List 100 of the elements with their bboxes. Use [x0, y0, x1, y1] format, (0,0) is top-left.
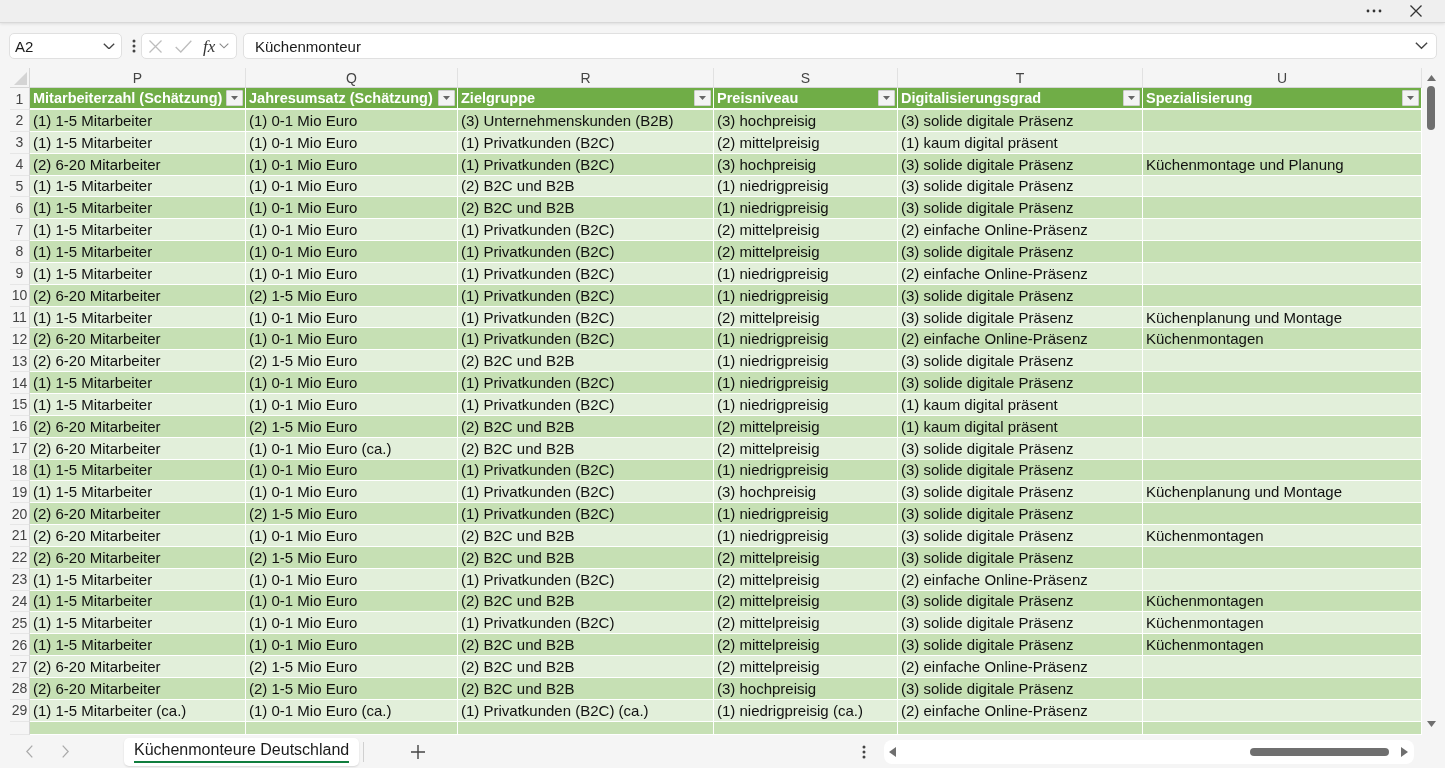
filter-button[interactable]	[226, 90, 243, 106]
table-cell: (1) niedrigpreisig	[714, 197, 898, 220]
table-cell: (2) 6-20 Mitarbeiter	[30, 656, 246, 678]
row-number[interactable]: 28	[10, 677, 30, 700]
table-cell: (3) solide digitale Präsenz	[898, 546, 1143, 569]
row-number[interactable]: 19	[10, 481, 30, 504]
triangle-up-icon[interactable]	[1426, 75, 1436, 81]
table-cell: (2) B2C und B2B	[458, 590, 714, 613]
check-icon[interactable]	[175, 39, 192, 53]
table-cell: (2) B2C und B2B	[458, 525, 714, 547]
column-letter[interactable]: U	[1143, 68, 1422, 88]
row-number[interactable]: 23	[10, 568, 30, 591]
scrollbar-thumb[interactable]	[1250, 747, 1390, 756]
table-cell: (1) 0-1 Mio Euro	[246, 175, 458, 198]
triangle-right-icon[interactable]	[1401, 746, 1409, 757]
table-cell: (3) hochpreisig	[714, 110, 898, 132]
plus-icon[interactable]	[411, 744, 426, 759]
row-number[interactable]: 15	[10, 393, 30, 416]
row-number[interactable]: 12	[10, 328, 30, 351]
filter-button[interactable]	[1123, 90, 1140, 106]
table-cell: (1) 1-5 Mitarbeiter	[30, 481, 246, 504]
row-number[interactable]: 13	[10, 350, 30, 373]
table-cell: Küchenmontagen	[1143, 525, 1422, 547]
row-number[interactable]: 24	[10, 590, 30, 613]
row-number[interactable]: 9	[10, 262, 30, 285]
row-number[interactable]: 26	[10, 634, 30, 657]
scrollbar-thumb[interactable]	[1427, 86, 1435, 130]
formula-input[interactable]: Küchenmonteur	[243, 33, 1437, 59]
filter-button[interactable]	[878, 90, 895, 106]
insert-function-button[interactable]: fx	[203, 37, 216, 55]
row-number[interactable]: 11	[10, 306, 30, 329]
table-cell: (1) 0-1 Mio Euro	[246, 525, 458, 547]
row-number[interactable]: 7	[10, 219, 30, 242]
filter-button[interactable]	[438, 90, 455, 106]
table-cell: (1) 1-5 Mitarbeiter	[30, 197, 246, 220]
close-icon[interactable]	[1410, 5, 1422, 17]
table-cell: (1) 1-5 Mitarbeiter	[30, 590, 246, 613]
row-number[interactable]: 21	[10, 525, 30, 547]
table-cell: (3) hochpreisig	[714, 677, 898, 700]
row-number[interactable]: 18	[10, 459, 30, 482]
table-cell: (1) Privatkunden (B2C)	[458, 372, 714, 394]
filter-button[interactable]	[1402, 90, 1419, 106]
vertical-dots-icon[interactable]	[862, 744, 867, 759]
row-number[interactable]: 16	[10, 415, 30, 438]
caret-down-icon	[1407, 96, 1414, 100]
row-number[interactable]: 10	[10, 284, 30, 307]
row-number[interactable]: 29	[10, 699, 30, 722]
more-options-icon[interactable]	[1366, 9, 1382, 13]
table-cell: (2) mittelpreisig	[714, 546, 898, 569]
table-cell: (1) niedrigpreisig	[714, 372, 898, 394]
table-cell: (2) einfache Online-Präsenz	[898, 219, 1143, 242]
table-cell: (1) 0-1 Mio Euro	[246, 110, 458, 132]
row-number[interactable]: 17	[10, 437, 30, 460]
table-cell: (3) solide digitale Präsenz	[898, 197, 1143, 220]
chevron-down-icon	[103, 42, 115, 50]
header-label: Preisniveau	[717, 90, 799, 106]
triangle-down-icon[interactable]	[1426, 721, 1436, 727]
table-cell: (2) mittelpreisig	[714, 306, 898, 329]
table-cell: (1) niedrigpreisig (ca.)	[714, 699, 898, 722]
table-cell: (2) mittelpreisig	[714, 219, 898, 242]
table-cell: (1) Privatkunden (B2C)	[458, 612, 714, 635]
column-letter[interactable]: S	[714, 68, 898, 88]
column-letter[interactable]: Q	[246, 68, 458, 88]
row-number[interactable]: 25	[10, 612, 30, 635]
row-number[interactable]: 3	[10, 131, 30, 154]
table-cell: (1) niedrigpreisig	[714, 328, 898, 351]
column-letter[interactable]: T	[898, 68, 1143, 88]
table-cell: (1) kaum digital präsent	[898, 131, 1143, 154]
name-box[interactable]: A2	[9, 33, 122, 59]
row-number[interactable]: 2	[10, 110, 30, 132]
table-cell: (2) mittelpreisig	[714, 241, 898, 263]
sheet-tab[interactable]: Küchenmonteure Deutschland	[124, 737, 360, 766]
row-number[interactable]: 14	[10, 372, 30, 394]
row-number[interactable]: 27	[10, 656, 30, 678]
table-cell: (1) 1-5 Mitarbeiter	[30, 568, 246, 591]
row-number[interactable]: 22	[10, 546, 30, 569]
header-label: Mitarbeiterzahl (Schätzung)	[33, 90, 223, 106]
row-number[interactable]: 5	[10, 175, 30, 198]
row-number[interactable]: 4	[10, 153, 30, 176]
triangle-left-icon[interactable]	[889, 746, 897, 757]
table-cell: (3) solide digitale Präsenz	[898, 350, 1143, 373]
table-cell: (2) 6-20 Mitarbeiter	[30, 153, 246, 176]
column-letter[interactable]: R	[458, 68, 714, 88]
table-cell: (2) 1-5 Mio Euro	[246, 656, 458, 678]
row-number[interactable]: 6	[10, 197, 30, 220]
table-cell: (3) solide digitale Präsenz	[898, 284, 1143, 307]
row-number[interactable]: 1	[10, 88, 30, 110]
table-cell: (1) Privatkunden (B2C)	[458, 393, 714, 416]
row-number[interactable]: 8	[10, 241, 30, 263]
table-cell: (1) Privatkunden (B2C)	[458, 241, 714, 263]
table-cell: (1) Privatkunden (B2C)	[458, 568, 714, 591]
table-cell: Küchenplanung und Montage	[1143, 481, 1422, 504]
vertical-dots-icon[interactable]	[132, 39, 136, 53]
table-cell: (2) 6-20 Mitarbeiter	[30, 503, 246, 526]
table-cell: (1) 0-1 Mio Euro	[246, 481, 458, 504]
row-number[interactable]: 20	[10, 503, 30, 526]
table-cell: (3) solide digitale Präsenz	[898, 153, 1143, 176]
column-letter[interactable]: P	[30, 68, 246, 88]
filter-button[interactable]	[694, 90, 711, 106]
table-cell: (1) Privatkunden (B2C)	[458, 328, 714, 351]
